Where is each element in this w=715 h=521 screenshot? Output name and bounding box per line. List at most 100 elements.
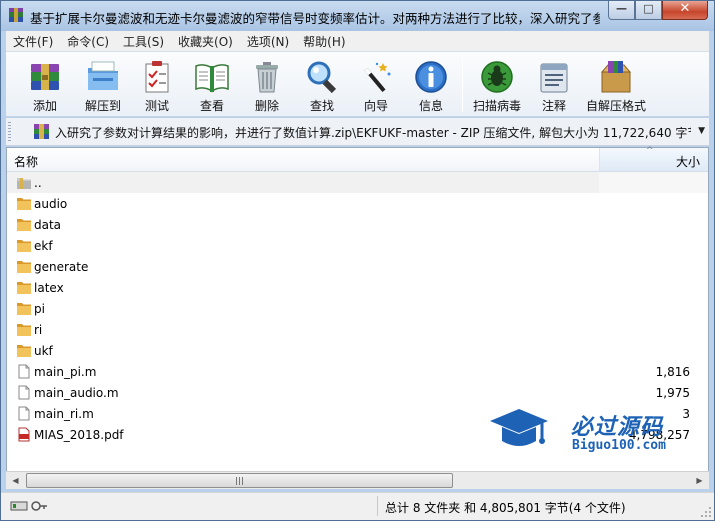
item-name: ukf: [34, 344, 53, 358]
column-size-header[interactable]: ^ 大小: [599, 146, 708, 171]
folder-icon: [17, 324, 31, 336]
comment-label: 注释: [541, 99, 566, 113]
list-item[interactable]: latex: [7, 277, 708, 298]
menu-commands[interactable]: 命令(C): [60, 33, 116, 50]
item-name: ..: [34, 176, 42, 190]
trash-can-icon: [256, 62, 278, 93]
pdf-file-icon: [18, 427, 30, 442]
list-item[interactable]: generate: [7, 256, 708, 277]
status-summary: 总计 8 文件夹 和 4,805,801 字节(4 个文件): [385, 501, 626, 515]
list-item[interactable]: main_pi.m 1,816: [7, 361, 708, 382]
file-icon: [18, 364, 30, 379]
archive-icon: [34, 124, 49, 139]
scroll-left-icon[interactable]: ◀: [7, 472, 24, 489]
view-button[interactable]: 查看: [183, 55, 241, 115]
folder-icon: [17, 198, 31, 210]
status-bar: 总计 8 文件夹 和 4,805,801 字节(4 个文件): [1, 492, 714, 520]
list-item[interactable]: data: [7, 214, 708, 235]
comment-note-icon: [540, 63, 568, 93]
virus-bug-icon: [481, 61, 513, 93]
address-bar[interactable]: 入研究了参数对计算结果的影响，并进行了数值计算.zip\EKFUKF-maste…: [6, 118, 709, 146]
delete-button[interactable]: 删除: [238, 55, 296, 115]
extract-folder-icon: [88, 61, 118, 90]
view-book-icon: [195, 64, 229, 93]
list-item[interactable]: pi: [7, 298, 708, 319]
folder-icon: [17, 240, 31, 252]
sfx-box-icon: [600, 61, 632, 93]
file-icon: [18, 406, 30, 421]
item-name: main_ri.m: [34, 407, 94, 421]
parent-folder-row[interactable]: ..: [7, 172, 708, 193]
item-name: main_audio.m: [34, 386, 119, 400]
add-button[interactable]: 添加: [16, 55, 74, 115]
list-item[interactable]: ekf: [7, 235, 708, 256]
size-cell: [599, 172, 708, 193]
minimize-icon: —: [616, 2, 627, 15]
list-item[interactable]: audio: [7, 193, 708, 214]
parent-folder-icon: [17, 178, 31, 189]
maximize-button[interactable]: □: [635, 1, 662, 20]
item-name: main_pi.m: [34, 365, 97, 379]
column-name-header[interactable]: 名称: [14, 153, 38, 170]
menu-bar: 文件(F) 命令(C) 工具(S) 收藏夹(O) 选项(N) 帮助(H): [6, 31, 709, 51]
list-item[interactable]: main_audio.m 1,975: [7, 382, 708, 403]
list-item[interactable]: ukf: [7, 340, 708, 361]
info-button[interactable]: 信息: [402, 55, 460, 115]
scroll-right-icon[interactable]: ▶: [691, 472, 708, 489]
item-name: audio: [34, 197, 68, 211]
address-path: 入研究了参数对计算结果的影响，并进行了数值计算.zip\EKFUKF-maste…: [55, 126, 691, 140]
scroll-grip: [235, 477, 244, 485]
folder-icon: [17, 303, 31, 315]
file-icon: [18, 385, 30, 400]
sort-ascending-icon: ^: [646, 146, 654, 156]
item-name: ri: [34, 323, 43, 337]
item-name: ekf: [34, 239, 53, 253]
watermark-url: Biguo100.com: [572, 438, 666, 453]
toolbar-separator: [462, 58, 463, 112]
graduation-cap-icon: [490, 409, 548, 446]
address-dropdown-icon[interactable]: ▼: [698, 126, 705, 136]
winrar-app-icon: [9, 8, 23, 22]
folder-icon: [17, 261, 31, 273]
address-grip: [8, 122, 11, 142]
item-size: 1,975: [655, 386, 690, 400]
watermark: 必过源码 Biguo100.com: [488, 405, 698, 467]
close-button[interactable]: ✕: [662, 1, 708, 20]
toolbar: 添加 解压到 测试 查看 删除 查找 向导 信息 扫描病毒 注释 自解压格式: [6, 51, 709, 117]
horizontal-scrollbar[interactable]: ◀ ▶: [6, 471, 709, 489]
menu-help[interactable]: 帮助(H): [296, 33, 352, 50]
resize-grip-icon[interactable]: [700, 506, 712, 518]
window-title: 基于扩展卡尔曼滤波和无迹卡尔曼滤波的窄带信号时变频率估计。对两种方法进行了比较，…: [30, 11, 600, 26]
menu-tools[interactable]: 工具(S): [116, 33, 171, 50]
archive-books-icon: [31, 64, 59, 90]
list-item[interactable]: ri: [7, 319, 708, 340]
watermark-title: 必过源码: [571, 415, 664, 440]
menu-options[interactable]: 选项(N): [240, 33, 296, 50]
menu-file[interactable]: 文件(F): [6, 33, 60, 50]
info-label: 信息: [418, 99, 443, 113]
scan-virus-button[interactable]: 扫描病毒: [468, 55, 526, 115]
item-name: MIAS_2018.pdf: [34, 428, 124, 442]
folder-icon: [17, 219, 31, 231]
item-name: latex: [34, 281, 64, 295]
winrar-window: 基于扩展卡尔曼滤波和无迹卡尔曼滤波的窄带信号时变频率估计。对两种方法进行了比较，…: [0, 0, 715, 521]
scroll-thumb[interactable]: [26, 473, 453, 488]
comment-button[interactable]: 注释: [525, 55, 583, 115]
maximize-icon: □: [643, 2, 654, 15]
test-button[interactable]: 测试: [128, 55, 186, 115]
title-bar[interactable]: 基于扩展卡尔曼滤波和无迹卡尔曼滤波的窄带信号时变频率估计。对两种方法进行了比较，…: [1, 1, 714, 31]
test-clipboard-icon: [145, 61, 169, 93]
drive-key-icon[interactable]: [10, 500, 48, 512]
item-size: 1,816: [655, 365, 690, 379]
item-name: data: [34, 218, 62, 232]
status-divider: [377, 496, 378, 516]
minimize-button[interactable]: —: [608, 1, 635, 20]
wizard-button[interactable]: 向导: [347, 55, 405, 115]
menu-favorites[interactable]: 收藏夹(O): [171, 33, 240, 50]
item-name: generate: [34, 260, 89, 274]
folder-icon: [17, 345, 31, 357]
folder-icon: [17, 282, 31, 294]
column-header: 名称 ^ 大小: [7, 146, 708, 172]
sfx-button[interactable]: 自解压格式: [586, 55, 646, 115]
close-icon: ✕: [679, 1, 691, 16]
